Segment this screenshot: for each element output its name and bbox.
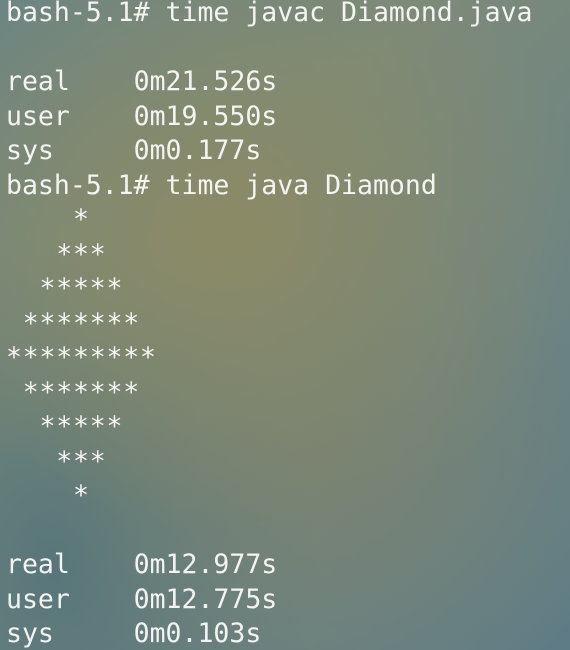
prompt-line-java: bash-5.1# time java Diamond [6,169,437,201]
terminal-output[interactable]: bash-5.1# time javac Diamond.java real 0… [6,0,566,650]
time-real-line: real 0m21.526s [6,66,278,97]
diamond-row: *** [6,238,107,270]
diamond-row: *** [6,445,107,477]
time-user-line: user 0m19.550s [6,100,278,132]
diamond-row: * [6,204,90,235]
time-sys-line: sys 0m0.103s [6,618,262,649]
time-user-line: user 0m12.775s [6,583,278,615]
time-sys-line: sys 0m0.177s [6,135,262,166]
time-real-line: real 0m12.977s [6,549,278,580]
diamond-row: ******* [6,307,141,339]
diamond-row: ***** [6,411,124,442]
diamond-row: ********* [6,342,157,373]
diamond-row: ******* [6,376,141,408]
diamond-row: ***** [6,273,124,304]
diamond-row: * [6,480,90,511]
prompt-line-javac: bash-5.1# time javac Diamond.java [6,0,533,28]
